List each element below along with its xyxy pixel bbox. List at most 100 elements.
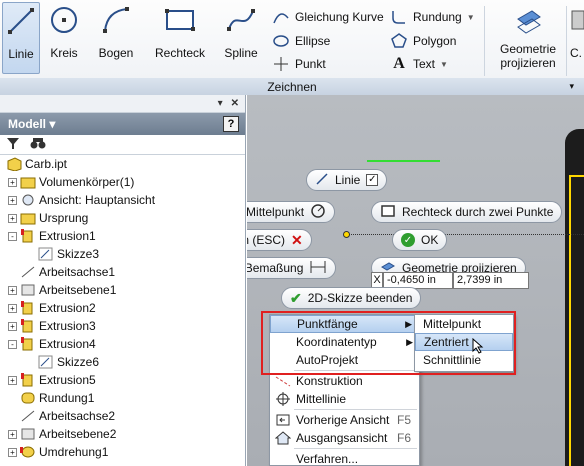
context-menu-item[interactable]: Ausgangsansicht F6 xyxy=(270,429,419,447)
fillet-button[interactable]: Rundung ▼ xyxy=(390,6,475,28)
search-icon[interactable] xyxy=(30,136,46,153)
shortcut-label: F6 xyxy=(396,431,411,445)
checkbox-icon[interactable]: ✓ xyxy=(366,174,379,186)
tree-item[interactable]: Carb.ipt xyxy=(0,155,245,173)
ellipse-button[interactable]: Ellipse xyxy=(272,30,330,52)
tree-item[interactable]: Skizze6 xyxy=(0,353,245,371)
expand-icon[interactable]: + xyxy=(8,177,17,187)
tree-item[interactable]: Arbeitsachse2 xyxy=(0,407,245,425)
line-menu-item[interactable]: Linie ✓ xyxy=(306,169,388,191)
collapse-icon[interactable]: - xyxy=(8,339,17,349)
cancel-icon: ✕ xyxy=(291,231,303,248)
context-menu-item[interactable]: Mittellinie xyxy=(270,390,419,408)
spline-label: Spline xyxy=(224,46,258,60)
ribbon-separator xyxy=(566,6,567,76)
general-dimension-menu-item[interactable]: Allgemeine Bemaßung xyxy=(247,257,337,279)
expand-icon[interactable]: + xyxy=(8,429,17,439)
polygon-button[interactable]: Polygon xyxy=(390,30,456,52)
work-axis-icon xyxy=(20,409,36,423)
circle-center-menu-item[interactable]: Kreis durch Mittelpunkt xyxy=(247,201,336,223)
sketch-icon xyxy=(38,355,54,369)
finish-sketch-label: 2D-Skizze beenden xyxy=(307,291,413,305)
browser-titlebar: ▾ ✕ xyxy=(0,95,245,113)
tree-item[interactable]: Skizze3 xyxy=(0,245,245,263)
tree-item-label: Extrusion2 xyxy=(39,301,96,315)
tree-item-label: Skizze6 xyxy=(57,355,100,369)
rectangle-button[interactable]: Rechteck xyxy=(152,2,208,74)
tree-item-label: Rundung1 xyxy=(39,391,95,405)
expand-icon[interactable]: + xyxy=(8,447,17,457)
expand-icon[interactable]: + xyxy=(8,285,17,295)
tree-item[interactable]: Arbeitsachse1 xyxy=(0,263,245,281)
close-icon[interactable]: ✕ xyxy=(231,98,239,109)
extrusion-icon xyxy=(20,337,36,351)
line-button[interactable]: Linie xyxy=(2,2,40,74)
arc-button[interactable]: Bogen xyxy=(94,2,138,74)
browser-header[interactable]: Modell ▾ ? xyxy=(0,113,245,135)
arc-label: Bogen xyxy=(98,46,134,60)
expand-icon[interactable]: + xyxy=(8,375,17,385)
line-label: Linie xyxy=(8,47,34,61)
pin-icon[interactable]: ▾ xyxy=(218,98,223,109)
spline-button[interactable]: Spline xyxy=(220,2,262,74)
finish-sketch-menu-item[interactable]: ✔ 2D-Skizze beenden xyxy=(281,287,422,309)
circle-center-label: Kreis durch Mittelpunkt xyxy=(247,205,305,219)
tree-item[interactable]: Rundung1 xyxy=(0,389,245,407)
polygon-label: Polygon xyxy=(413,34,457,48)
expand-icon[interactable]: + xyxy=(8,213,17,223)
ok-label: OK xyxy=(421,233,439,247)
circle-center-icon xyxy=(310,203,326,222)
cancel-menu-item[interactable]: Abbrechen (ESC) ✕ xyxy=(247,229,312,251)
tree-item-label: Extrusion1 xyxy=(39,229,96,243)
tree-item[interactable]: - Extrusion1 xyxy=(0,227,245,245)
tree-item[interactable]: + Ansicht: Hauptansicht xyxy=(0,191,245,209)
browser-toolbar xyxy=(0,135,245,155)
ok-menu-item[interactable]: ✓ OK xyxy=(392,229,448,251)
menu-separator xyxy=(294,409,417,410)
sketch-icon xyxy=(38,247,54,261)
tree-item[interactable]: + Ursprung xyxy=(0,209,245,227)
tree-item[interactable]: + Umdrehung1 xyxy=(0,443,245,461)
tree-item[interactable]: + Arbeitsebene2 xyxy=(0,425,245,443)
centerline-icon xyxy=(275,392,291,406)
rectangle-icon xyxy=(163,2,197,38)
two-point-rectangle-menu-item[interactable]: Rechteck durch zwei Punkte xyxy=(371,201,563,223)
panel-expand-icon[interactable]: ▾ xyxy=(569,81,574,92)
filter-icon[interactable] xyxy=(6,136,20,153)
expand-icon[interactable]: + xyxy=(8,195,17,205)
text-button[interactable]: A Text ▼ xyxy=(390,53,448,75)
circle-button[interactable]: Kreis xyxy=(45,2,83,74)
revolve-icon xyxy=(20,445,36,459)
tree-item[interactable]: - Extrusion4 xyxy=(0,335,245,353)
expand-icon[interactable]: + xyxy=(8,303,17,313)
tree-item-label: Arbeitsebene1 xyxy=(39,283,117,297)
tree-item[interactable]: + Extrusion2 xyxy=(0,299,245,317)
tree-item[interactable]: + Extrusion3 xyxy=(0,317,245,335)
work-plane-icon xyxy=(20,427,36,441)
project-geometry-label-1: Geometrie xyxy=(499,42,557,56)
context-menu-item[interactable]: Vorherige Ansicht F5 xyxy=(270,411,419,429)
context-menu-item[interactable]: Verfahren... xyxy=(270,450,419,466)
tree-item-label: Arbeitsachse2 xyxy=(39,409,116,423)
check-icon: ✔ xyxy=(290,289,302,306)
cut-button[interactable]: C. xyxy=(570,2,584,74)
tree-item-label: Ursprung xyxy=(39,211,89,225)
browser-title[interactable]: Modell ▾ xyxy=(8,117,55,131)
graphics-window[interactable]: Linie ✓ Kreis durch Mittelpunkt Rechteck… xyxy=(247,95,584,466)
point-button[interactable]: Punkt xyxy=(272,53,326,75)
project-geometry-button[interactable]: Geometrie projizieren xyxy=(494,2,562,74)
dimension-input-2[interactable]: 2,7399 in xyxy=(453,272,529,289)
expand-icon[interactable]: + xyxy=(8,321,17,331)
two-point-rectangle-label: Rechteck durch zwei Punkte xyxy=(402,205,554,219)
tree-item-label: Carb.ipt xyxy=(25,157,68,171)
fillet-dropdown-icon[interactable]: ▼ xyxy=(467,13,475,22)
text-dropdown-icon[interactable]: ▼ xyxy=(440,60,448,69)
view-icon xyxy=(20,193,36,207)
tree-item[interactable]: + Extrusion5 xyxy=(0,371,245,389)
collapse-icon[interactable]: - xyxy=(8,231,17,241)
tree-item-label: Skizze3 xyxy=(57,247,100,261)
help-icon[interactable]: ? xyxy=(223,116,239,132)
equation-curve-button[interactable]: Gleichung Kurve xyxy=(272,6,384,28)
tree-item[interactable]: + Arbeitsebene1 xyxy=(0,281,245,299)
tree-item[interactable]: + Volumenkörper(1) xyxy=(0,173,245,191)
